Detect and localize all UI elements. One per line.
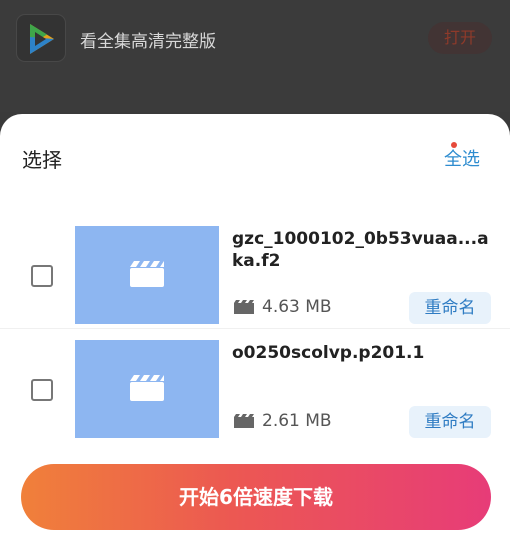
file-name: gzc_1000102_0b53vuaa...aka.f2	[232, 229, 489, 271]
ad-banner[interactable]: 看全集高清完整版 打开	[0, 0, 510, 112]
badge-dot-icon	[451, 142, 457, 148]
row-divider	[0, 328, 510, 329]
file-row[interactable]: o0250scolvp.p201.1 2.61 MB 重命名	[0, 338, 510, 448]
download-sheet: 选择 全选 gzc_1000102_0b53vuaa...aka.f2 4.63…	[0, 114, 510, 549]
rename-button[interactable]: 重命名	[409, 292, 491, 324]
select-all-label: 全选	[444, 149, 480, 170]
film-icon	[234, 300, 254, 314]
file-size: 4.63 MB	[262, 297, 332, 317]
file-size: 2.61 MB	[262, 411, 332, 431]
video-play-logo-icon	[16, 14, 66, 62]
file-checkbox[interactable]	[31, 265, 53, 287]
start-download-button[interactable]: 开始6倍速度下载	[21, 464, 491, 530]
file-row[interactable]: gzc_1000102_0b53vuaa...aka.f2 4.63 MB 重命…	[0, 224, 510, 334]
clapperboard-icon	[130, 261, 164, 287]
file-checkbox[interactable]	[31, 379, 53, 401]
video-thumbnail	[75, 226, 219, 324]
app-title: 看全集高清完整版	[80, 32, 216, 52]
sheet-title: 选择	[22, 148, 62, 172]
file-name: o0250scolvp.p201.1	[232, 343, 425, 363]
select-all-button[interactable]: 全选	[444, 142, 480, 171]
rename-button[interactable]: 重命名	[409, 406, 491, 438]
open-button[interactable]: 打开	[428, 22, 492, 54]
clapperboard-icon	[130, 375, 164, 401]
file-size-line: 2.61 MB	[234, 410, 332, 432]
film-icon	[234, 414, 254, 428]
file-size-line: 4.63 MB	[234, 296, 332, 318]
video-thumbnail	[75, 340, 219, 438]
